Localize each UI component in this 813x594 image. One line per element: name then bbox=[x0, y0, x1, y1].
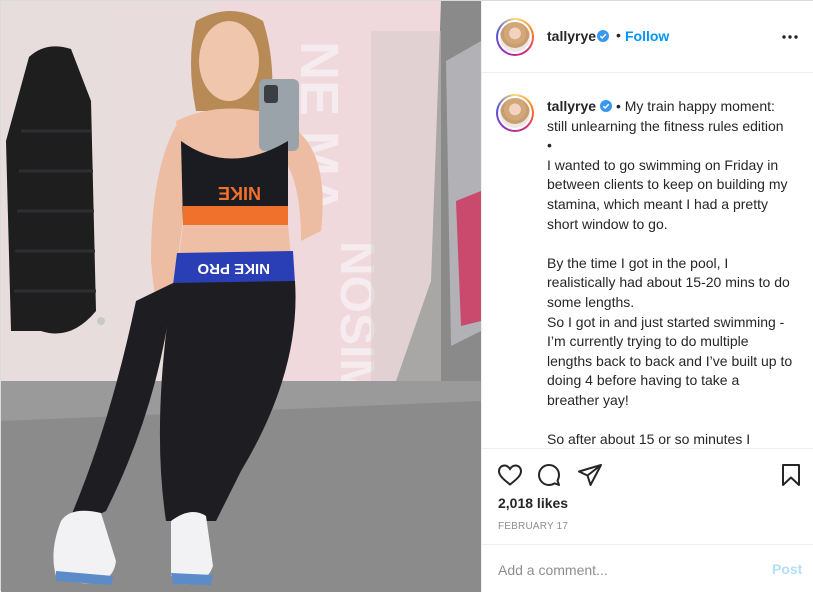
caption-text: tallyrye • My train happy moment: still … bbox=[547, 97, 795, 448]
post-photo[interactable]: NE MA NOSIMS NIKE NIKE PRO bbox=[1, 1, 481, 592]
post-side-panel: tallyrye • Follow tallyrye • My train ha… bbox=[481, 1, 813, 592]
comment-bubble-icon[interactable] bbox=[535, 461, 563, 489]
verified-badge-icon bbox=[600, 100, 613, 112]
caption-body: • My train happy moment: still unlearnin… bbox=[547, 98, 793, 448]
avatar-image bbox=[500, 22, 530, 52]
instagram-post: NE MA NOSIMS NIKE NIKE PRO tallyrye • Fo… bbox=[0, 0, 813, 592]
heart-icon[interactable] bbox=[496, 461, 524, 489]
verified-badge-icon bbox=[597, 30, 609, 42]
post-header: tallyrye • Follow bbox=[482, 1, 813, 73]
post-comment-button[interactable]: Post bbox=[772, 561, 802, 577]
photo-waistband-text: NIKE PRO bbox=[197, 260, 270, 277]
comment-input[interactable] bbox=[498, 560, 758, 580]
comment-bar: Post bbox=[482, 544, 813, 594]
follow-button[interactable]: Follow bbox=[625, 28, 669, 44]
bookmark-icon[interactable] bbox=[777, 461, 805, 489]
paper-plane-icon[interactable] bbox=[576, 461, 604, 489]
caption-avatar[interactable] bbox=[496, 94, 534, 132]
photo-top-brand: NIKE bbox=[218, 183, 261, 203]
mirror-selfie-image: NE MA NOSIMS NIKE NIKE PRO bbox=[1, 1, 481, 592]
header-username[interactable]: tallyrye bbox=[547, 28, 596, 44]
header-separator: • bbox=[616, 27, 621, 43]
avatar-image bbox=[500, 98, 530, 128]
post-date[interactable]: FEBRUARY 17 bbox=[498, 521, 568, 532]
post-actions: 2,018 likes FEBRUARY 17 Post bbox=[482, 448, 813, 593]
caption-username[interactable]: tallyrye bbox=[547, 98, 596, 114]
more-horizontal-icon[interactable] bbox=[780, 29, 800, 45]
avatar[interactable] bbox=[496, 18, 534, 56]
likes-count[interactable]: 2,018 likes bbox=[498, 495, 568, 511]
caption-area[interactable]: tallyrye • My train happy moment: still … bbox=[482, 74, 813, 448]
